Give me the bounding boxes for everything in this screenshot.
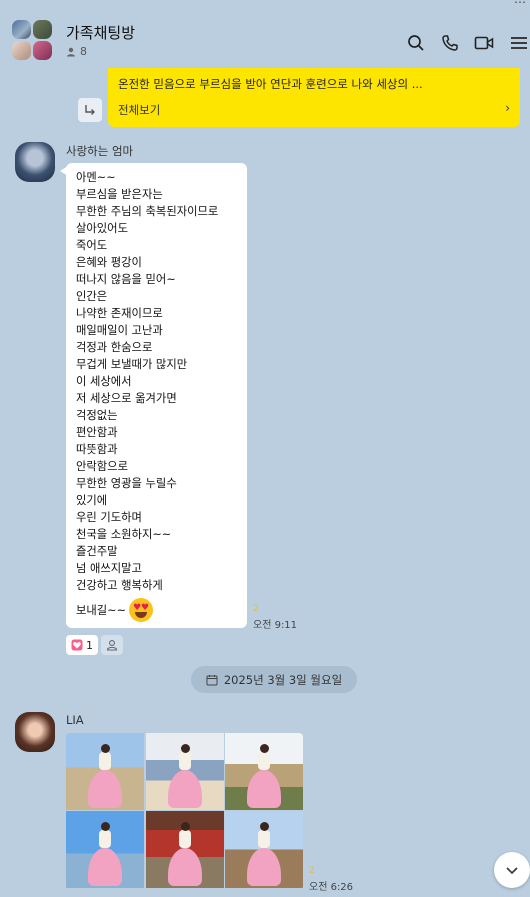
message-time: 오전 6:26 <box>309 882 354 893</box>
date-divider: 2025년 3월 3일 월요일 <box>191 666 357 693</box>
photo-thumbnail[interactable] <box>145 733 224 810</box>
scroll-down-button[interactable] <box>494 852 530 888</box>
menu-button[interactable] <box>506 32 530 54</box>
message-line: 천국을 소원하지~~ <box>76 528 172 541</box>
message-line: 무한한 주님의 축복된자이므로 <box>76 205 219 218</box>
call-button[interactable] <box>438 32 462 54</box>
message-line: 건강하고 행복하게 <box>76 579 163 592</box>
message-time: 오전 9:11 <box>253 620 298 631</box>
photo-thumbnail[interactable] <box>225 733 303 810</box>
message-line: 보내길~~ ♥ ♥ <box>76 598 237 622</box>
message-line: 따뜻함과 <box>76 443 118 456</box>
photo-thumbnail[interactable] <box>145 811 224 888</box>
photo-thumbnail[interactable] <box>66 733 144 810</box>
unread-count: 2 <box>309 866 315 876</box>
date-text: 2025년 3월 3일 월요일 <box>223 672 343 687</box>
message-line: 무겁게 보낼때가 많지만 <box>76 358 188 371</box>
photo-grid <box>66 733 303 890</box>
message-line: 우린 기도하며 <box>76 511 142 524</box>
message-line: 넘 애쓰지말고 <box>76 562 142 575</box>
notice-text: 온전한 믿음으로 부르심을 받아 연단과 훈련으로 나와 세상의 ... <box>118 77 423 91</box>
search-button[interactable] <box>404 32 428 54</box>
message-line: 부르심을 받은자는 <box>76 188 163 201</box>
sender-name: 사랑하는 엄마 <box>66 144 134 158</box>
message-line: 즐건주말 <box>76 545 118 558</box>
photo-thumbnail[interactable] <box>66 811 144 888</box>
message-line: 아멘~~ <box>76 171 116 184</box>
member-avatar <box>12 20 31 39</box>
header-actions <box>404 32 530 54</box>
reaction-badge[interactable]: 1 <box>66 635 98 655</box>
message-text: 아멘~~ 부르심을 받은자는 무한한 주님의 축복된자이므로 살아있어도 죽어도… <box>76 169 237 622</box>
reply-arrow-icon <box>85 105 95 115</box>
chevron-down-icon <box>506 867 518 875</box>
heart-eyes-emoji-icon: ♥ ♥ <box>129 598 154 622</box>
notice-more-link[interactable]: 전체보기 <box>118 102 160 118</box>
avatar[interactable] <box>15 142 55 182</box>
member-count[interactable]: 8 <box>66 45 87 58</box>
chat-title[interactable]: 가족채팅방 <box>66 22 135 43</box>
chevron-right-icon: › <box>505 101 510 115</box>
add-reaction-button[interactable] <box>101 635 123 655</box>
photo-thumbnail[interactable] <box>225 811 303 888</box>
message-line: 매일매일이 고난과 <box>76 324 163 337</box>
unread-count: 2 <box>253 604 259 614</box>
reaction-count: 1 <box>86 638 93 652</box>
message-line: 인간은 <box>76 290 108 303</box>
sender-name: LIA <box>66 713 84 727</box>
member-avatar <box>12 41 31 60</box>
calendar-icon <box>206 674 218 685</box>
avatar[interactable] <box>15 712 55 752</box>
reply-button[interactable] <box>78 98 102 122</box>
message-line: 저 세상으로 옮겨가면 <box>76 392 177 405</box>
message-line: 안락함으로 <box>76 460 128 473</box>
message-line: 있기에 <box>76 494 108 507</box>
member-avatar <box>33 20 52 39</box>
person-icon <box>106 640 118 651</box>
message-line: 살아있어도 <box>76 222 128 235</box>
message-line: 걱정없는 <box>76 409 118 422</box>
message-last-text: 보내길~~ <box>76 603 127 617</box>
video-icon <box>474 36 494 50</box>
member-count-value: 8 <box>80 45 87 58</box>
message-line: 떠나지 않음을 믿어~ <box>76 273 176 286</box>
message-line: 나약한 존재이므로 <box>76 307 163 320</box>
message-line: 은혜와 평강이 <box>76 256 142 269</box>
message-line: 무한한 영광을 누릴수 <box>76 477 177 490</box>
video-call-button[interactable] <box>472 32 496 54</box>
person-icon <box>67 47 75 56</box>
chat-header: 가족채팅방 8 … <box>0 0 530 68</box>
heart-icon <box>71 639 83 651</box>
message-bubble[interactable]: 아멘~~ 부르심을 받은자는 무한한 주님의 축복된자이므로 살아있어도 죽어도… <box>66 163 247 628</box>
message-line: 죽어도 <box>76 239 108 252</box>
message-line: 걱정과 한숨으로 <box>76 341 153 354</box>
phone-icon <box>442 35 458 51</box>
member-avatar <box>33 41 52 60</box>
group-avatar[interactable] <box>12 20 54 62</box>
message-line: 편안함과 <box>76 426 118 439</box>
message-line: 이 세상에서 <box>76 375 132 388</box>
menu-icon <box>511 37 527 49</box>
notice-banner[interactable]: 온전한 믿음으로 부르심을 받아 연단과 훈련으로 나와 세상의 ... 전체보… <box>108 68 520 127</box>
corner-dots-icon: … <box>514 0 526 6</box>
search-icon <box>408 35 424 51</box>
